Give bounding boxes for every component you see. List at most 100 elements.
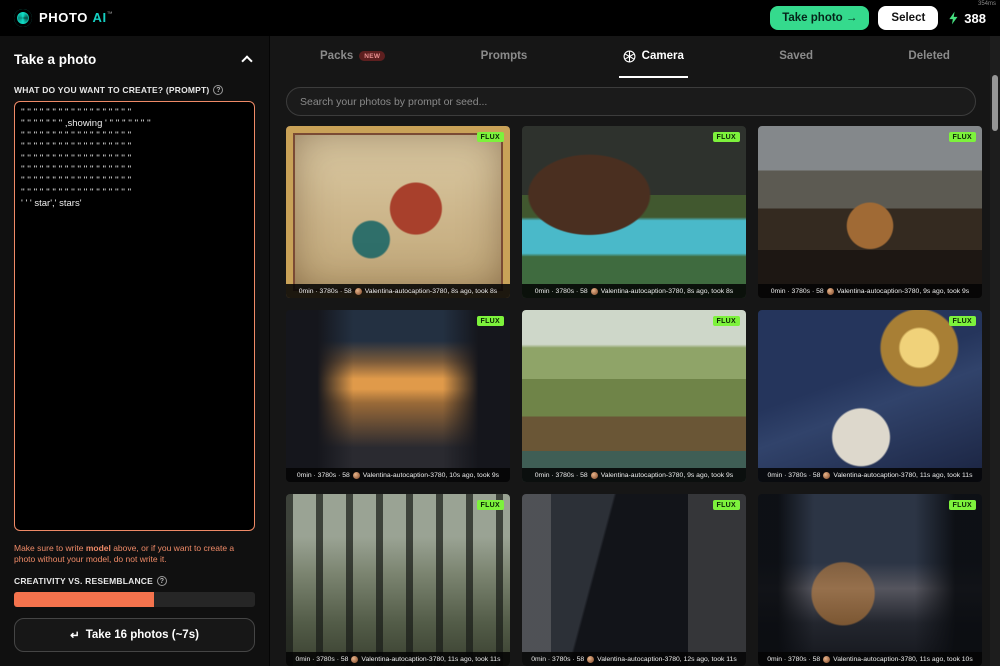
model-avatar-icon: [823, 471, 831, 479]
model-avatar-icon: [354, 287, 362, 295]
header-actions: Take photo → Select 388: [770, 6, 986, 30]
photo-info: Valentina-autocaption-3780, 8s ago, took…: [600, 287, 734, 295]
spiral-logo-icon: [14, 9, 32, 27]
model-avatar-icon: [823, 655, 831, 663]
tab-deleted[interactable]: Deleted: [904, 36, 954, 78]
photo-meta: 0min · 3780s · 58: [534, 287, 588, 295]
prompt-input[interactable]: '' '' '' '' '' '' '' '' '' '' '' '' '' '…: [14, 101, 255, 531]
photo-card-vintage-poster[interactable]: FLUX 0min · 3780s · 58 Valentina-autocap…: [286, 126, 510, 298]
model-avatar-icon: [826, 287, 834, 295]
model-note-pre: Make sure to write: [14, 543, 86, 553]
tab-packs[interactable]: Packs NEW: [316, 36, 389, 78]
model-note: Make sure to write model above, or if yo…: [14, 543, 255, 565]
page-scrollbar[interactable]: [990, 36, 1000, 666]
photo-card-city-dusk[interactable]: FLUX 0min · 3780s · 58 Valentina-autocap…: [758, 494, 982, 666]
flux-badge: FLUX: [476, 132, 504, 142]
scrollbar-thumb[interactable]: [992, 75, 998, 131]
logo-ai-text: AI: [92, 10, 107, 25]
photo-card-storefront[interactable]: FLUX 0min · 3780s · 58 Valentina-autocap…: [522, 494, 746, 666]
flux-badge: FLUX: [476, 316, 504, 326]
help-icon[interactable]: ?: [157, 576, 168, 587]
photo-ai-logo[interactable]: PHOTO AI™: [14, 9, 113, 27]
photo-info: Valentina-autocaption-3780, 9s ago, took…: [836, 287, 970, 295]
flux-badge: FLUX: [948, 316, 976, 326]
flux-badge: FLUX: [948, 132, 976, 142]
creativity-slider[interactable]: [14, 592, 255, 608]
take-a-photo-panel-header[interactable]: Take a photo: [14, 52, 255, 67]
model-avatar-icon: [587, 655, 595, 663]
photo-caption: 0min · 3780s · 58 Valentina-autocaption-…: [286, 468, 510, 482]
creativity-slider-fill: [14, 592, 154, 608]
photo-meta: 0min · 3780s · 58: [767, 655, 821, 663]
search-input[interactable]: [286, 87, 976, 116]
collapse-chevron-icon[interactable]: [241, 55, 253, 67]
photo-caption: 0min · 3780s · 58 Valentina-autocaption-…: [758, 468, 982, 482]
photo-caption: 0min · 3780s · 58 Valentina-autocaption-…: [522, 468, 746, 482]
flux-badge: FLUX: [712, 132, 740, 142]
logo-text: PHOTO AI™: [39, 9, 113, 27]
flux-badge: FLUX: [712, 500, 740, 510]
tab-deleted-label: Deleted: [908, 50, 950, 62]
take-16-photos-button[interactable]: ↵ Take 16 photos (~7s): [14, 618, 255, 652]
tab-camera[interactable]: Camera: [618, 36, 688, 78]
photo-caption: 0min · 3780s · 58 Valentina-autocaption-…: [758, 652, 982, 666]
tab-prompts[interactable]: Prompts: [477, 36, 532, 78]
model-avatar-icon: [351, 655, 359, 663]
main-content: Packs NEW Prompts Camera Saved Deleted F…: [270, 36, 1000, 666]
photo-card-misty-forest[interactable]: FLUX 0min · 3780s · 58 Valentina-autocap…: [286, 494, 510, 666]
photo-info: Valentina-autocaption-3780, 8s ago, took…: [364, 287, 498, 295]
photo-caption: 0min · 3780s · 58 Valentina-autocaption-…: [522, 652, 746, 666]
photo-caption: 0min · 3780s · 58 Valentina-autocaption-…: [758, 284, 982, 298]
photo-card-guitar-player[interactable]: FLUX 0min · 3780s · 58 Valentina-autocap…: [758, 126, 982, 298]
return-key-icon: ↵: [70, 630, 80, 642]
photo-info: Valentina-autocaption-3780, 11s ago, too…: [361, 655, 501, 663]
model-note-bold: model: [85, 543, 111, 553]
camera-aperture-icon: [623, 50, 636, 62]
take-photo-button[interactable]: Take photo →: [770, 6, 870, 30]
photo-info: Valentina-autocaption-3780, 11s ago, too…: [833, 471, 973, 479]
photo-card-pastoral-painting[interactable]: FLUX 0min · 3780s · 58 Valentina-autocap…: [522, 310, 746, 482]
photo-card-fantasy-rider[interactable]: FLUX 0min · 3780s · 58 Valentina-autocap…: [758, 310, 982, 482]
take-16-photos-label: Take 16 photos (~7s): [85, 629, 199, 641]
flux-badge: FLUX: [948, 500, 976, 510]
select-button[interactable]: Select: [878, 6, 939, 30]
latency-readout: 354ms: [977, 1, 996, 7]
flux-badge: FLUX: [476, 500, 504, 510]
photo-meta: 0min · 3780s · 58: [296, 471, 350, 479]
photo-meta: 0min · 3780s · 58: [298, 287, 352, 295]
photo-info: Valentina-autocaption-3780, 11s ago, too…: [833, 655, 973, 663]
help-icon[interactable]: ?: [213, 85, 224, 95]
creativity-label-text: CREATIVITY VS. RESEMBLANCE: [14, 576, 154, 587]
photo-meta: 0min · 3780s · 58: [534, 471, 588, 479]
creativity-label: CREATIVITY VS. RESEMBLANCE ?: [14, 576, 255, 587]
photo-card-pool-scene[interactable]: FLUX 0min · 3780s · 58 Valentina-autocap…: [522, 126, 746, 298]
photo-caption: 0min · 3780s · 58 Valentina-autocaption-…: [286, 652, 510, 666]
photo-grid: FLUX 0min · 3780s · 58 Valentina-autocap…: [270, 116, 1000, 666]
credits-counter[interactable]: 388: [947, 10, 986, 26]
photo-meta: 0min · 3780s · 58: [531, 655, 585, 663]
model-avatar-icon: [590, 287, 598, 295]
tab-camera-label: Camera: [641, 50, 684, 62]
tab-saved[interactable]: Saved: [775, 36, 817, 78]
tab-prompts-label: Prompts: [480, 50, 528, 62]
model-avatar-icon: [352, 471, 360, 479]
tab-saved-label: Saved: [779, 50, 814, 62]
photo-meta: 0min · 3780s · 58: [767, 471, 821, 479]
photo-caption: 0min · 3780s · 58 Valentina-autocaption-…: [286, 284, 510, 298]
photo-meta: 0min · 3780s · 58: [295, 655, 349, 663]
prompt-label-text: WHAT DO YOU WANT TO CREATE? (PROMPT): [14, 85, 210, 95]
photo-card-canal-sunset[interactable]: FLUX 0min · 3780s · 58 Valentina-autocap…: [286, 310, 510, 482]
photo-info: Valentina-autocaption-3780, 9s ago, took…: [600, 471, 734, 479]
lightning-bolt-icon: [949, 11, 958, 25]
photo-meta: 0min · 3780s · 58: [770, 287, 824, 295]
credits-count: 388: [964, 10, 986, 26]
logo-photo-text: PHOTO: [39, 10, 88, 25]
photo-info: Valentina-autocaption-3780, 12s ago, too…: [597, 655, 737, 663]
photo-info: Valentina-autocaption-3780, 10s ago, too…: [362, 471, 500, 479]
photo-caption: 0min · 3780s · 58 Valentina-autocaption-…: [522, 284, 746, 298]
flux-badge: FLUX: [712, 316, 740, 326]
sidebar: Take a photo WHAT DO YOU WANT TO CREATE?…: [0, 36, 270, 666]
tab-packs-label: Packs: [320, 50, 354, 62]
panel-title: Take a photo: [14, 52, 97, 67]
model-avatar-icon: [590, 471, 598, 479]
